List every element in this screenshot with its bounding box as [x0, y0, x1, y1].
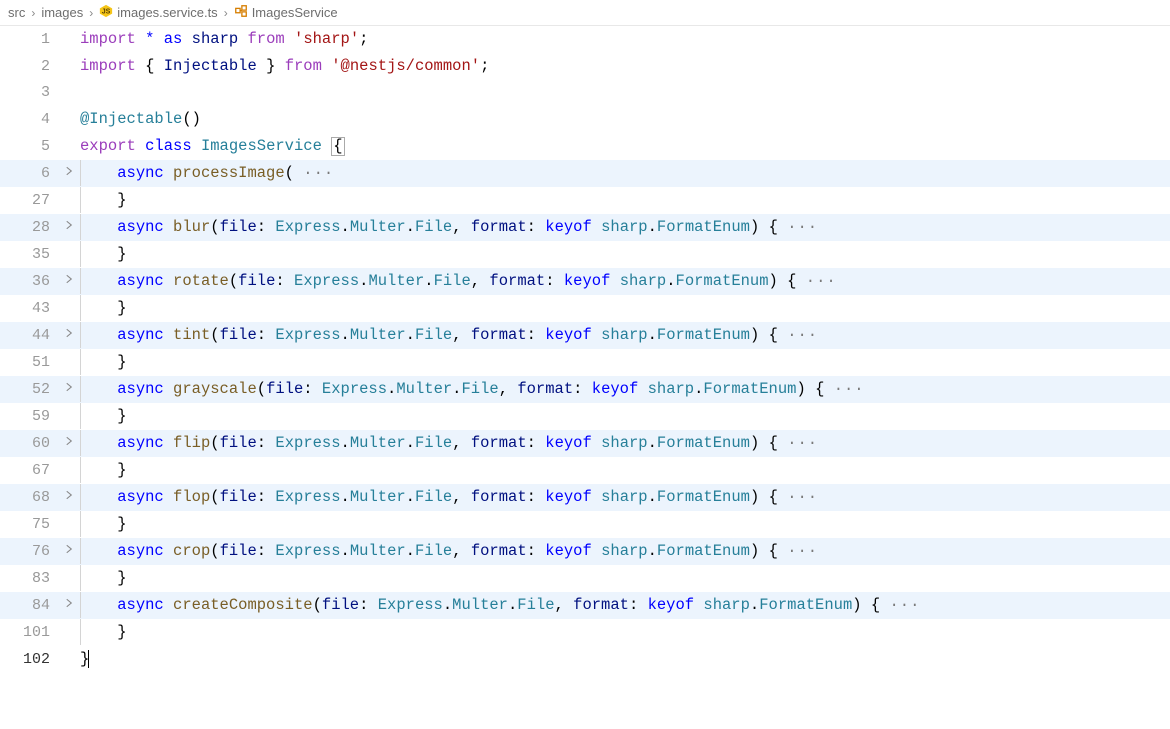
- line-number: 84: [0, 593, 58, 619]
- typescript-file-icon: JS: [99, 4, 113, 21]
- code-line: }: [80, 295, 1170, 321]
- breadcrumb: src › images › JS images.service.ts › Im…: [0, 0, 1170, 26]
- fold-region-icon[interactable]: [58, 219, 80, 231]
- code-line: async grayscale(file: Express.Multer.Fil…: [80, 376, 1170, 402]
- line-number: 3: [0, 80, 58, 106]
- chevron-right-icon: ›: [31, 6, 35, 20]
- line-number: 67: [0, 458, 58, 484]
- code-line: async rotate(file: Express.Multer.File, …: [80, 268, 1170, 294]
- code-line: async flop(file: Express.Multer.File, fo…: [80, 484, 1170, 510]
- breadcrumb-item-src[interactable]: src: [8, 5, 25, 20]
- line-number: 6: [0, 161, 58, 187]
- code-editor[interactable]: 1 import * as sharp from 'sharp'; 2 impo…: [0, 26, 1170, 673]
- fold-region-icon[interactable]: [58, 597, 80, 609]
- line-number: 68: [0, 485, 58, 511]
- code-line: export class ImagesService {: [80, 133, 345, 159]
- code-line: async crop(file: Express.Multer.File, fo…: [80, 538, 1170, 564]
- breadcrumb-item-file[interactable]: JS images.service.ts: [99, 4, 217, 21]
- code-line: async processImage( ···: [80, 160, 1170, 186]
- line-number: 44: [0, 323, 58, 349]
- fold-region-icon[interactable]: [58, 273, 80, 285]
- code-line: import { Injectable } from '@nestjs/comm…: [80, 53, 489, 79]
- code-line: async flip(file: Express.Multer.File, fo…: [80, 430, 1170, 456]
- code-line: }: [80, 457, 1170, 483]
- code-line: }: [80, 565, 1170, 591]
- breadcrumb-label: images.service.ts: [117, 5, 217, 20]
- code-line: async blur(file: Express.Multer.File, fo…: [80, 214, 1170, 240]
- line-number: 52: [0, 377, 58, 403]
- fold-region-icon[interactable]: [58, 543, 80, 555]
- text-cursor: [88, 650, 89, 668]
- line-number: 2: [0, 54, 58, 80]
- fold-region-icon[interactable]: [58, 165, 80, 177]
- line-number: 4: [0, 107, 58, 133]
- breadcrumb-label: ImagesService: [252, 5, 338, 20]
- line-number: 1: [0, 27, 58, 53]
- breadcrumb-item-class[interactable]: ImagesService: [234, 4, 338, 21]
- line-number: 60: [0, 431, 58, 457]
- line-number: 28: [0, 215, 58, 241]
- breadcrumb-label: images: [41, 5, 83, 20]
- chevron-right-icon: ›: [224, 6, 228, 20]
- code-line: }: [80, 619, 1170, 645]
- class-symbol-icon: [234, 4, 248, 21]
- line-number: 101: [0, 620, 58, 646]
- code-line: }: [80, 646, 89, 672]
- code-line: @Injectable(): [80, 106, 201, 132]
- fold-region-icon[interactable]: [58, 489, 80, 501]
- line-number: 36: [0, 269, 58, 295]
- code-line: }: [80, 511, 1170, 537]
- svg-text:JS: JS: [102, 9, 111, 16]
- code-line: async tint(file: Express.Multer.File, fo…: [80, 322, 1170, 348]
- line-number: 83: [0, 566, 58, 592]
- breadcrumb-item-images[interactable]: images: [41, 5, 83, 20]
- cursor: {: [331, 137, 344, 156]
- line-number: 35: [0, 242, 58, 268]
- line-number: 5: [0, 134, 58, 160]
- fold-region-icon[interactable]: [58, 435, 80, 447]
- code-line: }: [80, 187, 1170, 213]
- code-line: }: [80, 403, 1170, 429]
- line-number: 59: [0, 404, 58, 430]
- line-number: 76: [0, 539, 58, 565]
- breadcrumb-label: src: [8, 5, 25, 20]
- code-line: }: [80, 349, 1170, 375]
- fold-region-icon[interactable]: [58, 381, 80, 393]
- fold-region-icon[interactable]: [58, 327, 80, 339]
- line-number: 75: [0, 512, 58, 538]
- code-line: async createComposite(file: Express.Mult…: [80, 592, 1170, 618]
- line-number: 51: [0, 350, 58, 376]
- line-number: 43: [0, 296, 58, 322]
- code-line: import * as sharp from 'sharp';: [80, 26, 368, 52]
- code-line: }: [80, 241, 1170, 267]
- line-number: 27: [0, 188, 58, 214]
- chevron-right-icon: ›: [89, 6, 93, 20]
- line-number-current: 102: [0, 647, 58, 673]
